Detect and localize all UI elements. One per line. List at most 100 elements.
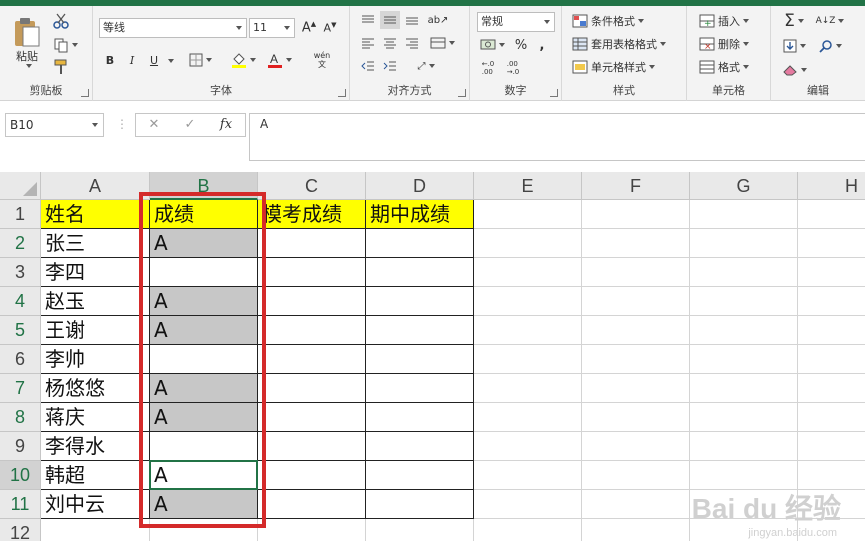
bold-button[interactable]: B <box>101 50 119 70</box>
cell-e12[interactable] <box>474 519 582 541</box>
font-color-button[interactable]: A <box>263 50 295 70</box>
decrease-decimal-button[interactable]: .00 →.0 <box>502 58 524 78</box>
column-header-h[interactable]: H <box>798 172 865 200</box>
cell-f2[interactable] <box>582 229 690 258</box>
cell-e8[interactable] <box>474 403 582 432</box>
cell-b1[interactable]: 成绩 <box>150 200 258 229</box>
cell-a1[interactable]: 姓名 <box>41 200 150 229</box>
cell-d10[interactable] <box>366 461 474 490</box>
cell-e10[interactable] <box>474 461 582 490</box>
row-header-11[interactable]: 11 <box>0 490 41 519</box>
paste-button[interactable]: 粘贴 <box>8 12 46 72</box>
cell-d6[interactable] <box>366 345 474 374</box>
select-all-button[interactable] <box>0 172 41 200</box>
cell-b3[interactable] <box>150 258 258 287</box>
cell-c11[interactable] <box>258 490 366 519</box>
cell-b7[interactable]: A <box>150 374 258 403</box>
fill-button[interactable] <box>779 36 809 56</box>
clear-button[interactable] <box>779 60 809 80</box>
italic-button[interactable]: I <box>123 50 141 70</box>
cell-d11[interactable] <box>366 490 474 519</box>
cell-g3[interactable] <box>690 258 798 287</box>
cell-h8[interactable] <box>798 403 865 432</box>
cell-c9[interactable] <box>258 432 366 461</box>
column-header-g[interactable]: G <box>690 172 798 200</box>
format-as-table-button[interactable]: 套用表格格式 <box>572 35 666 53</box>
increase-indent-button[interactable] <box>380 57 400 75</box>
cell-b6[interactable] <box>150 345 258 374</box>
cell-g5[interactable] <box>690 316 798 345</box>
cell-h1[interactable] <box>798 200 865 229</box>
cell-c2[interactable] <box>258 229 366 258</box>
cell-b11[interactable]: A <box>150 490 258 519</box>
cell-c1[interactable]: 模考成绩 <box>258 200 366 229</box>
cell-c4[interactable] <box>258 287 366 316</box>
increase-font-button[interactable]: A▲ <box>300 18 318 38</box>
column-header-c[interactable]: C <box>258 172 366 200</box>
row-header-1[interactable]: 1 <box>0 200 41 229</box>
column-header-d[interactable]: D <box>366 172 474 200</box>
format-painter-button[interactable] <box>50 58 72 76</box>
cell-g10[interactable] <box>690 461 798 490</box>
align-right-button[interactable] <box>402 34 422 52</box>
cell-d9[interactable] <box>366 432 474 461</box>
fill-color-button[interactable] <box>227 50 259 70</box>
cell-f7[interactable] <box>582 374 690 403</box>
orientation-button[interactable]: ab↗ <box>426 11 450 29</box>
name-box[interactable]: B10 <box>5 113 104 137</box>
cell-h9[interactable] <box>798 432 865 461</box>
row-header-9[interactable]: 9 <box>0 432 41 461</box>
cell-f9[interactable] <box>582 432 690 461</box>
cell-c6[interactable] <box>258 345 366 374</box>
borders-button[interactable] <box>185 50 215 70</box>
cell-e9[interactable] <box>474 432 582 461</box>
cell-e2[interactable] <box>474 229 582 258</box>
percent-button[interactable]: % <box>512 36 530 54</box>
cell-f11[interactable] <box>582 490 690 519</box>
cell-f8[interactable] <box>582 403 690 432</box>
cell-c8[interactable] <box>258 403 366 432</box>
cell-d5[interactable] <box>366 316 474 345</box>
autosum-button[interactable]: Σ <box>779 11 809 31</box>
cell-f3[interactable] <box>582 258 690 287</box>
cell-b5[interactable]: A <box>150 316 258 345</box>
cell-h3[interactable] <box>798 258 865 287</box>
column-header-b[interactable]: B <box>150 172 258 200</box>
worksheet-grid[interactable]: A B C D E F G H 1 姓名 成绩 模考成绩 期中成绩 2 张三 A 3 李四 4 赵玉 A 5 王谢 A 6 李帅 7… <box>0 172 865 541</box>
column-header-a[interactable]: A <box>41 172 150 200</box>
cell-g7[interactable] <box>690 374 798 403</box>
cell-a3[interactable]: 李四 <box>41 258 150 287</box>
cell-c10[interactable] <box>258 461 366 490</box>
cell-e3[interactable] <box>474 258 582 287</box>
row-header-3[interactable]: 3 <box>0 258 41 287</box>
font-size-select[interactable]: 11 <box>249 18 295 38</box>
cell-a5[interactable]: 王谢 <box>41 316 150 345</box>
insert-cells-button[interactable]: + 插入 <box>699 12 749 30</box>
cell-d7[interactable] <box>366 374 474 403</box>
cell-f1[interactable] <box>582 200 690 229</box>
cell-e11[interactable] <box>474 490 582 519</box>
cell-h2[interactable] <box>798 229 865 258</box>
cell-e7[interactable] <box>474 374 582 403</box>
wrap-text-button[interactable] <box>426 34 458 52</box>
cell-a2[interactable]: 张三 <box>41 229 150 258</box>
phonetic-button[interactable]: wén 文 <box>307 48 337 72</box>
cell-g4[interactable] <box>690 287 798 316</box>
cell-e1[interactable] <box>474 200 582 229</box>
insert-function-icon[interactable]: fx <box>216 116 236 134</box>
row-header-7[interactable]: 7 <box>0 374 41 403</box>
cell-h7[interactable] <box>798 374 865 403</box>
comma-button[interactable]: , <box>533 36 551 54</box>
cell-b10[interactable]: A <box>150 461 258 490</box>
cell-h5[interactable] <box>798 316 865 345</box>
cell-e6[interactable] <box>474 345 582 374</box>
row-header-8[interactable]: 8 <box>0 403 41 432</box>
cell-h4[interactable] <box>798 287 865 316</box>
currency-button[interactable] <box>477 36 507 54</box>
row-header-5[interactable]: 5 <box>0 316 41 345</box>
cell-e4[interactable] <box>474 287 582 316</box>
cell-b2[interactable]: A <box>150 229 258 258</box>
cell-b8[interactable]: A <box>150 403 258 432</box>
find-select-button[interactable] <box>815 36 845 56</box>
cell-d8[interactable] <box>366 403 474 432</box>
